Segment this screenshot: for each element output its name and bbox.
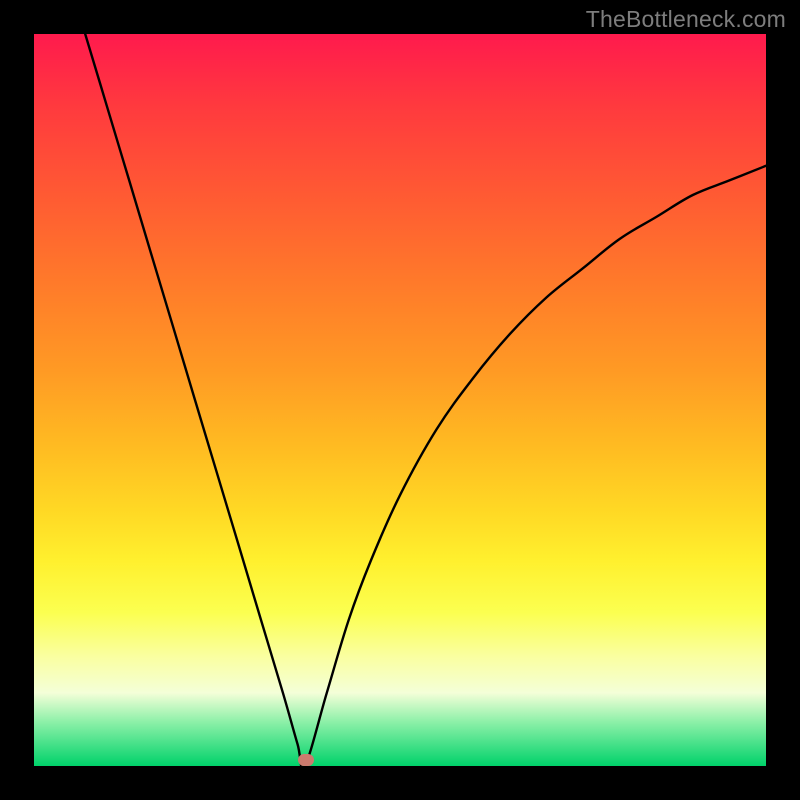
plot-area	[34, 34, 766, 766]
bottleneck-curve	[34, 34, 766, 766]
watermark-text: TheBottleneck.com	[586, 6, 786, 33]
optimal-point-marker	[298, 754, 314, 766]
chart-frame: TheBottleneck.com	[0, 0, 800, 800]
